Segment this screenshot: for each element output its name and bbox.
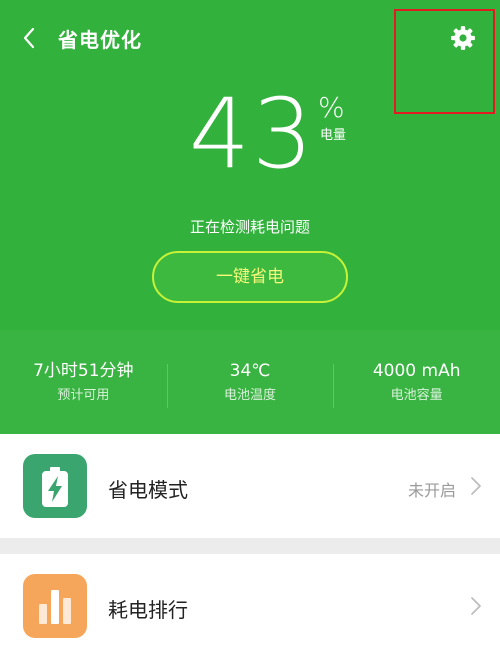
header: 省电优化 43 % 电量 正在检测耗电问题 一键省电 [0, 0, 500, 330]
battery-charging-icon [23, 454, 87, 518]
chevron-left-icon[interactable] [18, 26, 42, 50]
battery-stats: 7小时51分钟 预计可用 34℃ 电池温度 4000 mAh 电池容量 [0, 330, 500, 434]
list-item-label: 省电模式 [108, 478, 188, 502]
battery-percent: 43 [188, 78, 316, 190]
battery-label: 电量 [320, 128, 347, 143]
one-click-save-button[interactable]: 一键省电 [152, 251, 348, 303]
list-item-label: 耗电排行 [108, 598, 188, 622]
list-item-power-saving-mode[interactable]: 省电模式 未开启 [0, 434, 500, 538]
stat-capacity: 4000 mAh 电池容量 [333, 360, 500, 408]
stat-label: 电池温度 [224, 388, 277, 403]
bar-chart-icon [23, 574, 87, 638]
page-title: 省电优化 [58, 28, 142, 52]
list-item-power-ranking[interactable]: 耗电排行 [0, 554, 500, 648]
stat-label: 电池容量 [390, 388, 443, 403]
stat-remaining-time: 7小时51分钟 预计可用 [0, 360, 167, 404]
stat-value: 34℃ [229, 361, 271, 381]
stat-value: 7小时51分钟 [33, 361, 134, 381]
scan-status-text: 正在检测耗电问题 [189, 218, 310, 236]
mode-status: 未开启 [407, 481, 456, 500]
chevron-right-icon [471, 477, 481, 495]
section-divider [0, 538, 500, 554]
chevron-right-icon [471, 597, 481, 615]
stat-value: 4000 mAh [372, 361, 461, 381]
stat-label: 预计可用 [57, 388, 110, 403]
settings-highlight-box [394, 9, 495, 114]
stat-temperature: 34℃ 电池温度 [166, 360, 334, 408]
percent-sign: % [318, 91, 345, 124]
